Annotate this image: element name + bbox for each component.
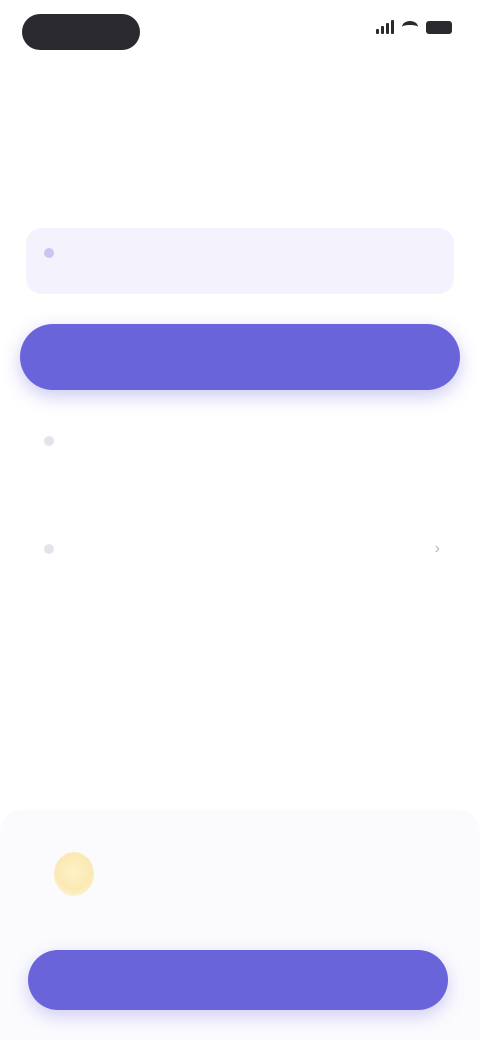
notice [40,846,440,908]
signal-icon [376,20,394,34]
continue-button[interactable] [28,950,448,1010]
bullet-icon [44,436,54,446]
chevron-right-icon: › [434,540,440,557]
info-dot-icon [44,248,54,258]
status-bar [0,0,480,64]
status-icons [376,20,452,34]
bullet-icon [44,544,54,554]
wifi-icon [402,21,418,33]
status-time [22,14,140,50]
primary-button[interactable] [20,324,460,390]
battery-icon [426,20,452,34]
lightbulb-icon [54,852,94,896]
info-card [26,228,454,294]
